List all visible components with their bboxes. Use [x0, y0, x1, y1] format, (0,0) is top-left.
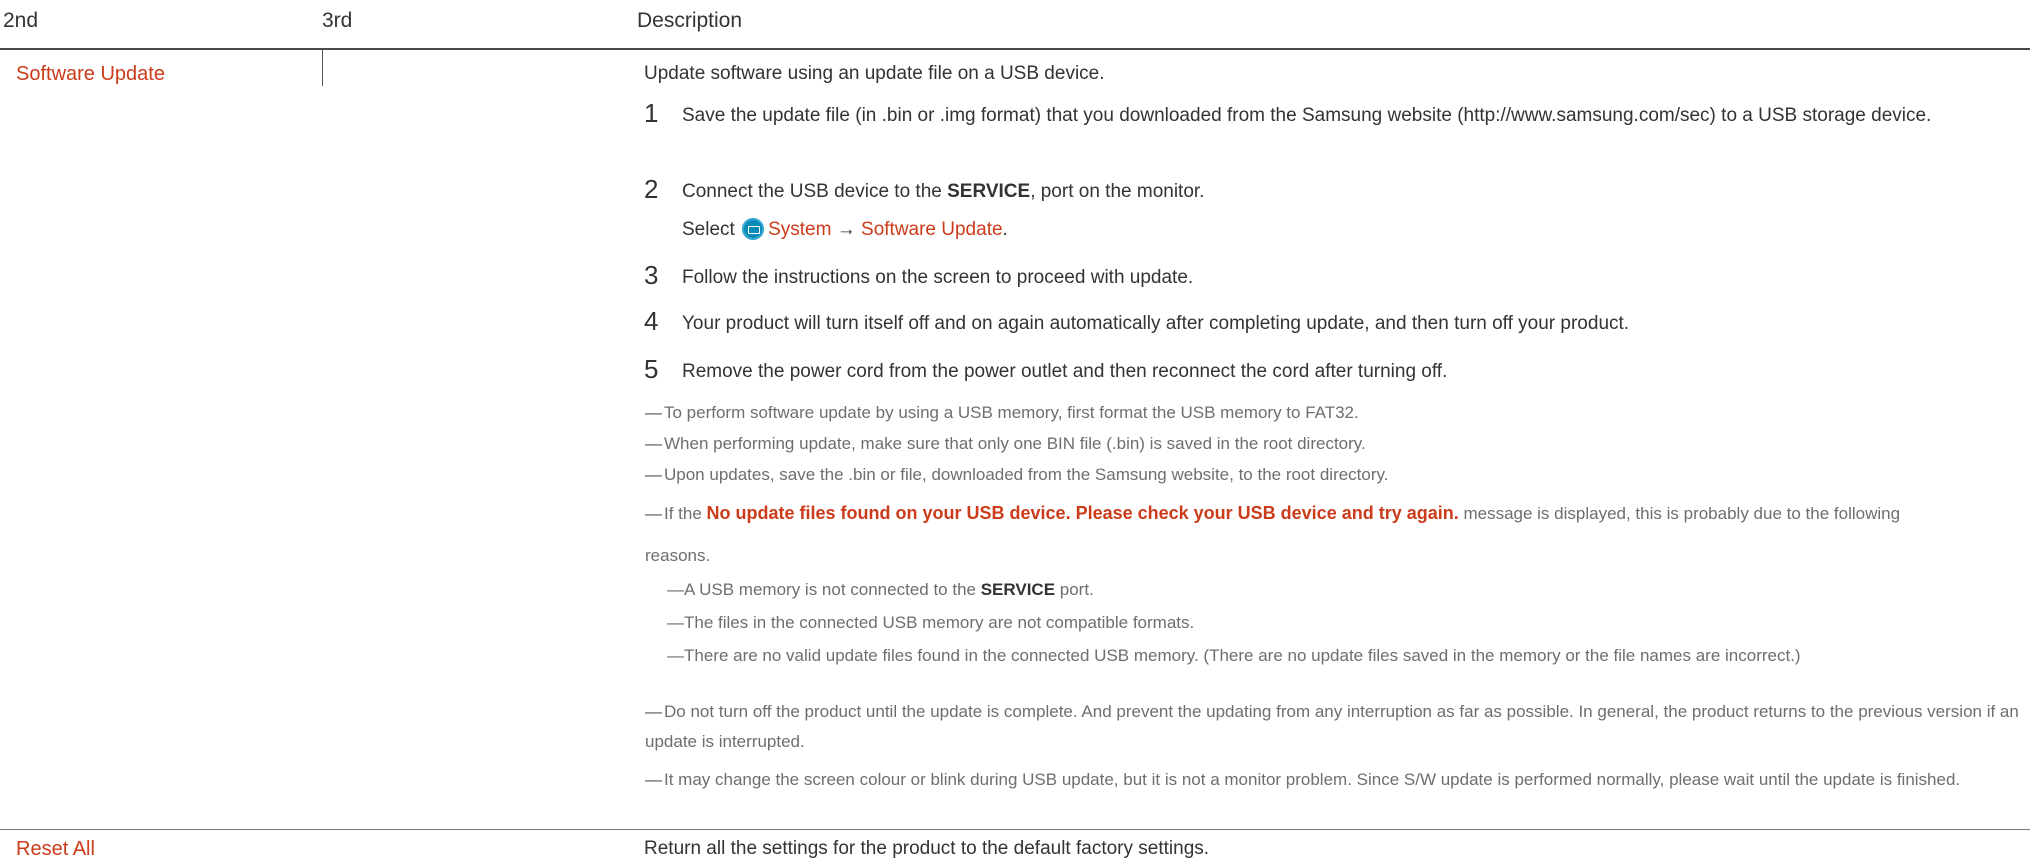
menu-software-update[interactable]: Software Update — [861, 219, 1003, 240]
note-dash-icon: ― — [645, 434, 662, 453]
note-dash-icon: ― — [645, 702, 662, 721]
note-dash-icon: ― — [645, 465, 662, 484]
error-message: No update files found on your USB device… — [706, 503, 1459, 523]
service-port-label: SERVICE — [947, 181, 1031, 202]
software-update-intro: Update software using an update file on … — [644, 63, 1105, 84]
step-number: 4 — [644, 306, 659, 336]
header-3rd: 3rd — [322, 9, 353, 32]
system-icon — [742, 218, 765, 240]
header-description: Description — [637, 9, 743, 32]
note-dash-icon: ― — [645, 770, 662, 789]
step-2-menu-path: Select System → Software Update. — [682, 218, 1008, 240]
menu-item-software-update[interactable]: Software Update — [16, 63, 165, 86]
note-screen-colour: ― It may change the screen colour or blin… — [645, 770, 1961, 789]
note-no-update-files: ― If the No update files found on your US… — [645, 503, 1901, 523]
note-do-not-turn-off: ― Do not turn off the product until the u… — [645, 702, 2019, 751]
step-number: 3 — [644, 260, 659, 290]
step-number: 5 — [644, 354, 659, 384]
table-header: 2nd 3rd Description — [0, 0, 2030, 50]
reset-all-desc: Return all the settings for the product … — [644, 838, 1210, 859]
step-number: 2 — [644, 174, 659, 204]
row-divider — [0, 829, 2030, 830]
subnote-incompatible: ―The files in the connected USB memory a… — [667, 613, 1195, 632]
note-bin-file: ― When performing update, make sure that … — [645, 434, 1366, 453]
menu-system[interactable]: System — [768, 219, 831, 240]
note-root-directory: ― Upon updates, save the .bin or file, do… — [645, 465, 1389, 484]
note-dash-icon: ― — [645, 403, 662, 422]
step-text: Remove the power cord from the power out… — [682, 361, 1448, 382]
step-text: Connect the USB device to the SERVICE, p… — [682, 181, 1205, 202]
step-number: 1 — [644, 98, 659, 128]
note-dash-icon: ― — [667, 646, 684, 665]
subnote-no-valid-files: ―There are no valid update files found i… — [667, 646, 1801, 665]
note-dash-icon: ― — [667, 613, 684, 632]
step-text: Your product will turn itself off and on… — [682, 313, 1630, 334]
column-divider — [322, 50, 323, 86]
step-text: Follow the instructions on the screen to… — [682, 267, 1194, 288]
note-fat32: ― To perform software update by using a U… — [645, 403, 1359, 422]
subnote-not-connected: ―A USB memory is not connected to the SE… — [667, 580, 1094, 599]
note-dash-icon: ― — [667, 580, 684, 599]
header-2nd: 2nd — [3, 9, 39, 32]
settings-table: 2nd 3rd Description Software Update Upda… — [0, 0, 2039, 867]
menu-item-reset-all[interactable]: Reset All — [16, 838, 95, 861]
note-reasons: reasons. — [645, 546, 711, 565]
arrow-icon: → — [836, 219, 856, 240]
step-text: Save the update file (in .bin or .img fo… — [682, 105, 1932, 126]
note-dash-icon: ― — [645, 504, 662, 523]
